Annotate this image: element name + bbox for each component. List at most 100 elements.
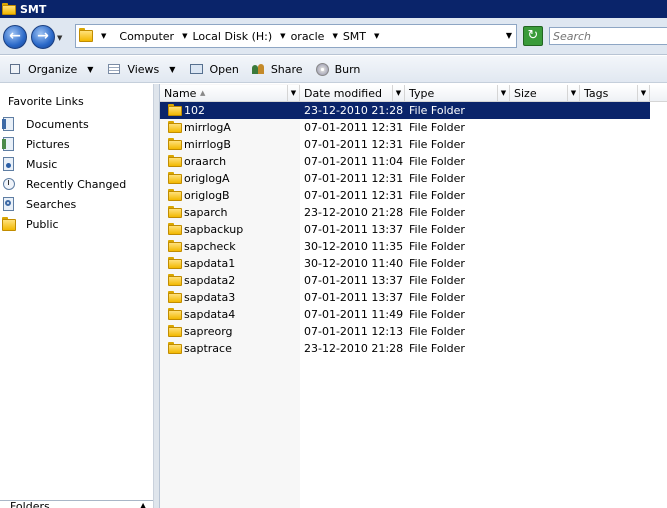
- chevron-up-icon: ▲: [140, 501, 147, 508]
- file-row[interactable]: saptrace 23-12-2010 21:28 File Folder: [160, 340, 650, 357]
- recently-changed-icon: [2, 177, 16, 191]
- file-row[interactable]: mirrlogA 07-01-2011 12:31 File Folder: [160, 119, 650, 136]
- folder-icon: [168, 257, 182, 269]
- file-type: File Folder: [409, 325, 465, 338]
- column-header-tags[interactable]: Tags ▼: [580, 85, 650, 102]
- chevron-down-icon[interactable]: ▼: [287, 85, 299, 101]
- chevron-down-icon[interactable]: ▼: [567, 85, 579, 101]
- folder-icon: [168, 206, 182, 218]
- file-name: saptrace: [184, 342, 232, 355]
- organize-button[interactable]: Organize ▼: [4, 58, 97, 80]
- file-date-modified: 07-01-2011 12:31: [304, 172, 404, 185]
- file-name: origlogB: [184, 189, 230, 202]
- toolbar: Organize ▼ Views ▼ Open Share Burn: [0, 56, 667, 83]
- folder-icon: [79, 28, 93, 44]
- file-name: sapdata2: [184, 274, 236, 287]
- address-row: ← → ▼ ▼ Computer ▼ Local Disk (H:) ▼ oracl…: [0, 18, 667, 55]
- file-row[interactable]: origlogA 07-01-2011 12:31 File Folder: [160, 170, 650, 187]
- folder-icon: [168, 308, 182, 320]
- chevron-down-icon[interactable]: ▼: [637, 85, 649, 101]
- breadcrumb-smt[interactable]: ▼ SMT: [332, 30, 366, 43]
- open-button[interactable]: Open: [185, 58, 242, 80]
- sidebar-item-music[interactable]: Music: [2, 155, 57, 173]
- breadcrumb-chevron[interactable]: ▼: [374, 32, 384, 40]
- file-list: Name ▲ ▼ Date modified ▼ Type ▼ Size ▼ T…: [160, 84, 667, 508]
- refresh-button[interactable]: ↻: [523, 26, 543, 46]
- file-name: sapreorg: [184, 325, 233, 338]
- file-row[interactable]: sapdata1 30-12-2010 11:40 File Folder: [160, 255, 650, 272]
- folder-icon: [168, 291, 182, 303]
- sidebar-item-documents[interactable]: Documents: [2, 115, 89, 133]
- breadcrumb-oracle[interactable]: ▼ oracle: [280, 30, 324, 43]
- address-history-dropdown[interactable]: ▼: [506, 31, 512, 40]
- chevron-down-icon[interactable]: ▼: [392, 85, 404, 101]
- file-row[interactable]: origlogB 07-01-2011 12:31 File Folder: [160, 187, 650, 204]
- column-header-date-modified[interactable]: Date modified ▼: [300, 85, 405, 102]
- folder-icon: [168, 274, 182, 286]
- file-row[interactable]: 102 23-12-2010 21:28 File Folder: [160, 102, 650, 119]
- file-name: sapdata1: [184, 257, 236, 270]
- views-button[interactable]: Views ▼: [103, 58, 179, 80]
- organize-icon: [8, 62, 23, 76]
- file-row[interactable]: sapcheck 30-12-2010 11:35 File Folder: [160, 238, 650, 255]
- file-type: File Folder: [409, 189, 465, 202]
- file-row[interactable]: saparch 23-12-2010 21:28 File Folder: [160, 204, 650, 221]
- music-icon: [2, 157, 16, 171]
- searches-icon: [2, 197, 16, 211]
- file-date-modified: 07-01-2011 13:37: [304, 223, 404, 236]
- file-type: File Folder: [409, 308, 465, 321]
- address-bar[interactable]: ▼ Computer ▼ Local Disk (H:) ▼ oracle ▼ SMT…: [75, 24, 517, 48]
- back-button[interactable]: ←: [3, 25, 27, 49]
- burn-button[interactable]: Burn: [311, 58, 365, 80]
- file-row[interactable]: sapdata4 07-01-2011 11:49 File Folder: [160, 306, 650, 323]
- file-date-modified: 30-12-2010 11:40: [304, 257, 404, 270]
- views-icon: [107, 62, 122, 76]
- column-header-type[interactable]: Type ▼: [405, 85, 510, 102]
- column-header-name[interactable]: Name ▲ ▼: [160, 85, 300, 102]
- sidebar-item-pictures[interactable]: Pictures: [2, 135, 70, 153]
- breadcrumb-local-disk[interactable]: ▼ Local Disk (H:): [182, 30, 272, 43]
- file-row[interactable]: oraarch 07-01-2011 11:04 File Folder: [160, 153, 650, 170]
- folders-bar[interactable]: Folders ▲: [0, 500, 153, 508]
- sidebar-item-public[interactable]: Public: [2, 215, 59, 233]
- folder-icon: [168, 223, 182, 235]
- file-row[interactable]: sapreorg 07-01-2011 12:13 File Folder: [160, 323, 650, 340]
- file-row[interactable]: sapdata2 07-01-2011 13:37 File Folder: [160, 272, 650, 289]
- folders-label: Folders: [10, 500, 50, 508]
- breadcrumb-computer[interactable]: Computer: [119, 30, 174, 43]
- file-name: sapdata3: [184, 291, 236, 304]
- file-date-modified: 07-01-2011 12:31: [304, 121, 404, 134]
- folder-icon: [168, 342, 182, 354]
- file-row[interactable]: sapbackup 07-01-2011 13:37 File Folder: [160, 221, 650, 238]
- forward-button[interactable]: →: [31, 25, 55, 49]
- window-title: SMT: [20, 2, 47, 16]
- folder-icon: [168, 138, 182, 150]
- file-date-modified: 23-12-2010 21:28: [304, 104, 404, 117]
- search-input[interactable]: [549, 27, 667, 45]
- sidebar-item-searches[interactable]: Searches: [2, 195, 76, 213]
- folder-icon: [168, 325, 182, 337]
- recent-pages-dropdown[interactable]: ▼: [57, 34, 62, 42]
- sidebar-item-recently-changed[interactable]: Recently Changed: [2, 175, 126, 193]
- chevron-down-icon[interactable]: ▼: [497, 85, 509, 101]
- file-type: File Folder: [409, 274, 465, 287]
- documents-icon: [2, 117, 16, 131]
- file-date-modified: 07-01-2011 12:31: [304, 189, 404, 202]
- file-name: origlogA: [184, 172, 230, 185]
- file-type: File Folder: [409, 206, 465, 219]
- breadcrumb-separator[interactable]: ▼: [101, 32, 111, 40]
- file-row[interactable]: sapdata3 07-01-2011 13:37 File Folder: [160, 289, 650, 306]
- file-type: File Folder: [409, 155, 465, 168]
- file-row[interactable]: mirrlogB 07-01-2011 12:31 File Folder: [160, 136, 650, 153]
- file-date-modified: 23-12-2010 21:28: [304, 206, 404, 219]
- column-header-size[interactable]: Size ▼: [510, 85, 580, 102]
- file-date-modified: 07-01-2011 12:31: [304, 138, 404, 151]
- title-bar[interactable]: SMT: [0, 0, 667, 18]
- chevron-down-icon: ▼: [169, 64, 176, 74]
- share-button[interactable]: Share: [247, 58, 307, 80]
- file-type: File Folder: [409, 121, 465, 134]
- navigation-pane: Favorite Links Documents Pictures Music …: [0, 84, 154, 508]
- file-name: 102: [184, 104, 205, 117]
- file-type: File Folder: [409, 104, 465, 117]
- file-date-modified: 07-01-2011 11:04: [304, 155, 404, 168]
